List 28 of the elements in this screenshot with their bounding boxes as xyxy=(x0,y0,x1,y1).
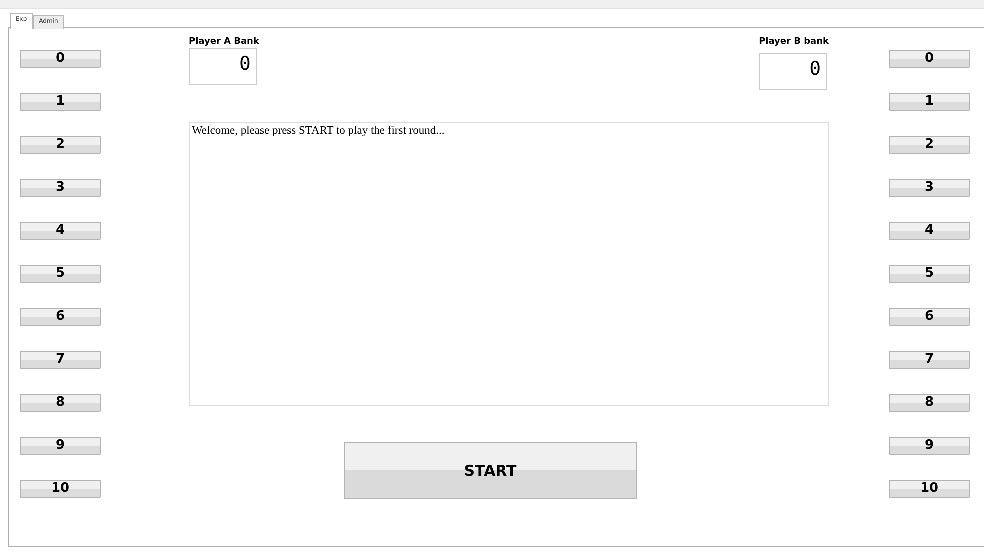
bank-label: Player A Bank xyxy=(189,36,260,48)
number-button[interactable]: 2 xyxy=(889,136,970,154)
number-button[interactable]: 5 xyxy=(889,265,970,283)
number-button[interactable]: 0 xyxy=(889,50,970,68)
number-button[interactable]: 8 xyxy=(20,394,101,412)
bank-label: Player B bank xyxy=(759,36,829,48)
number-button[interactable]: 4 xyxy=(20,222,101,240)
number-button[interactable]: 6 xyxy=(889,308,970,326)
bank-display: 0 xyxy=(759,53,828,90)
number-button[interactable]: 7 xyxy=(889,351,970,369)
number-button[interactable]: 3 xyxy=(889,179,970,197)
number-button[interactable]: 8 xyxy=(889,394,970,412)
number-button[interactable]: 6 xyxy=(20,308,101,326)
number-button[interactable]: 9 xyxy=(889,437,970,455)
number-button[interactable]: 1 xyxy=(889,93,970,111)
number-button[interactable]: 5 xyxy=(20,265,101,283)
message-log: Welcome, please press START to play the first round... xyxy=(189,122,829,406)
number-button[interactable]: 9 xyxy=(20,437,101,455)
number-button[interactable]: 4 xyxy=(889,222,970,240)
start-button[interactable]: START xyxy=(344,442,637,499)
number-button[interactable]: 7 xyxy=(20,351,101,369)
number-button[interactable]: 10 xyxy=(20,480,101,498)
number-button[interactable]: 2 xyxy=(20,136,101,154)
number-button[interactable]: 3 xyxy=(20,179,101,197)
bank-display: 0 xyxy=(189,48,257,85)
number-button[interactable]: 1 xyxy=(20,93,101,111)
number-button[interactable]: 10 xyxy=(889,480,970,498)
number-button[interactable]: 0 xyxy=(20,50,101,68)
